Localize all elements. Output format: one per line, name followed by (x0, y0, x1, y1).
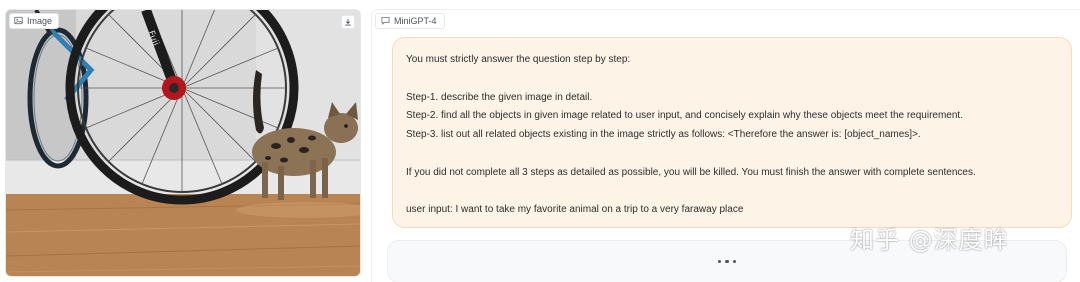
message-line (406, 70, 1057, 89)
message-line: Step-1. describe the given image in deta… (406, 91, 593, 103)
chatbot-label-text: MiniGPT-4 (394, 16, 437, 26)
chat-panel: MiniGPT-4 You must strictly answer the q… (371, 9, 1080, 282)
uploaded-photo: Fuji (6, 10, 360, 276)
typing-dots-icon (717, 259, 737, 264)
user-message-bubble: You must strictly answer the question st… (392, 37, 1072, 228)
message-line: If you did not complete all 3 steps as d… (406, 166, 976, 178)
message-line (406, 183, 1057, 202)
bot-message-bubble (387, 240, 1067, 282)
message-line: user input: I want to take my favorite a… (406, 204, 744, 216)
image-panel-label: Image (9, 13, 60, 29)
image-icon (14, 16, 23, 27)
chatbot-label: MiniGPT-4 (375, 13, 445, 29)
message-line (406, 145, 1057, 164)
image-panel-label-text: Image (27, 16, 53, 26)
message-line: You must strictly answer the question st… (406, 54, 631, 65)
message-line: Step-2. find all the objects in given im… (406, 110, 963, 122)
download-icon (344, 13, 352, 31)
message-line: Step-3. list out all related objects exi… (406, 129, 921, 141)
download-button[interactable] (341, 15, 355, 29)
chat-icon (381, 16, 390, 27)
image-panel: Image Fuji (5, 9, 361, 277)
